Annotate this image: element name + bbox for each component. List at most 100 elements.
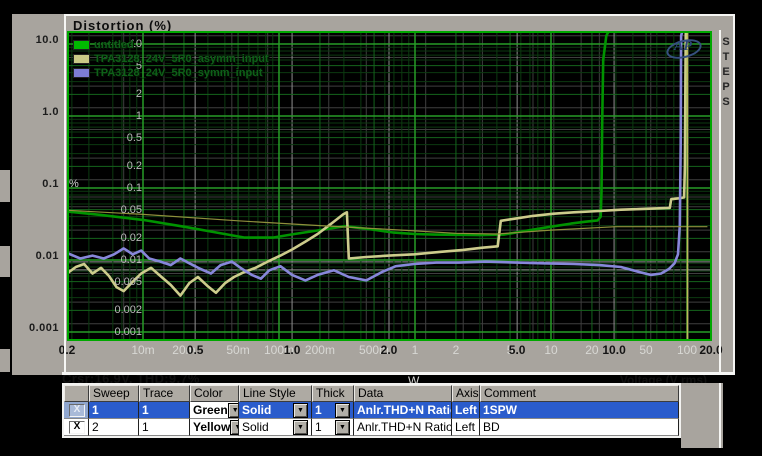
column-header-axis[interactable]: Axis: [452, 385, 480, 402]
thickness-dropdown[interactable]: 1▼: [312, 419, 354, 436]
y-axis-outer-gutter: 10.0 1.0 0.1 0.01 0.001: [12, 14, 66, 375]
background-window-fragment: [0, 349, 10, 372]
panel-border-top: [66, 14, 735, 16]
right-axis-title: STEPS: [714, 36, 732, 111]
trace-cell[interactable]: 1: [139, 402, 190, 419]
thickness-dropdown-value: 1: [315, 403, 322, 418]
data-cell[interactable]: Anlr.THD+N Ratio: [354, 419, 452, 436]
y-tick-inner: 0.1: [127, 182, 142, 194]
comment-cell[interactable]: BD: [480, 419, 679, 436]
screen: 10.01.00.10.010.001 Distortion (%) Crsr:…: [0, 0, 762, 456]
column-header-comment[interactable]: Comment: [480, 385, 679, 402]
legend: untitled TPA3128_24V_5R0_asymm_input TPA31…: [73, 38, 269, 80]
axis-cell[interactable]: Left: [452, 419, 480, 436]
trace-visible-checkbox[interactable]: X: [69, 404, 85, 417]
row-select-cell[interactable]: X: [64, 402, 89, 419]
color-dropdown[interactable]: Yellow▼: [190, 419, 239, 436]
chevron-down-icon[interactable]: ▼: [335, 403, 350, 418]
legend-item[interactable]: untitled: [73, 38, 269, 52]
column-header-thick[interactable]: Thick: [312, 385, 354, 402]
x-tick-watts: 100: [677, 343, 697, 357]
line-style-dropdown[interactable]: Solid ▼: [239, 419, 312, 436]
line-style-dropdown-value: Solid: [242, 420, 269, 435]
chevron-down-icon[interactable]: ▼: [228, 403, 239, 418]
ap-logo-text: AP: [674, 39, 692, 55]
y-tick-inner: 0.5: [127, 132, 142, 144]
sweep-table: SweepTraceColorLine StyleThickDataAxisCo…: [62, 383, 681, 438]
ap-logo: AP: [666, 38, 700, 57]
y-tick-inner: 0.2: [127, 160, 142, 172]
x-tick-watts: 1: [412, 343, 419, 357]
y-tick-outer: 0.001: [29, 322, 59, 334]
y-tick-outer: 10.0: [36, 34, 59, 46]
legend-swatch-icon: [73, 68, 90, 78]
x-tick-volts: 2.0: [381, 343, 398, 357]
column-header-color[interactable]: Color: [190, 385, 239, 402]
legend-swatch-icon: [73, 54, 90, 64]
chevron-down-icon[interactable]: ▼: [230, 420, 239, 435]
x-tick-volts: 10.0: [602, 343, 625, 357]
legend-label: TPA3128_24V_5R0_symm_input: [94, 67, 263, 79]
plot-area[interactable]: 105210.50.20.10.050.020.010.0050.0020.00…: [67, 31, 712, 341]
x-tick-watts: 10m: [131, 343, 154, 357]
row-select-cell[interactable]: X: [64, 419, 89, 436]
y-tick-inner: 0.02: [121, 232, 142, 244]
legend-label: untitled: [94, 39, 134, 51]
table-row[interactable]: X21Yellow▼Solid▼1▼Anlr.THD+N RatioLeftBD: [64, 419, 679, 436]
x-tick-watts: 20: [585, 343, 598, 357]
panel-border-right: [733, 14, 735, 375]
sweep-cell[interactable]: 1: [89, 402, 139, 419]
x-tick-watts: 50: [639, 343, 652, 357]
chevron-down-icon[interactable]: ▼: [335, 420, 350, 435]
background-window-fragment: [0, 170, 10, 202]
background-window-border: [719, 30, 721, 372]
data-cell[interactable]: Anlr.THD+N Ratio: [354, 402, 452, 419]
table-header-row: SweepTraceColorLine StyleThickDataAxisCo…: [64, 385, 679, 402]
chevron-down-icon[interactable]: ▼: [293, 403, 308, 418]
column-header-trace[interactable]: Trace: [139, 385, 190, 402]
line-style-dropdown-value: Solid: [242, 403, 271, 418]
background-window-fragment: [0, 246, 10, 277]
legend-item[interactable]: TPA3128_24V_5R0_asymm_input: [73, 52, 269, 66]
y-tick-outer: 0.1: [42, 178, 59, 190]
trace-cell[interactable]: 1: [139, 419, 190, 436]
x-tick-watts: 50m: [226, 343, 249, 357]
thickness-dropdown-value: 1: [315, 420, 322, 435]
color-dropdown-value: Yellow: [193, 420, 230, 435]
y-tick-inner: 0.01: [121, 254, 142, 266]
chevron-down-icon[interactable]: ▼: [293, 420, 308, 435]
y-tick-inner: 2: [136, 88, 142, 100]
panel-border-bottom: [62, 372, 735, 375]
panel-border-left: [64, 14, 66, 375]
trace-visible-checkbox[interactable]: X: [69, 421, 85, 434]
column-header-data[interactable]: Data: [354, 385, 452, 402]
legend-swatch-icon: [73, 40, 90, 50]
color-dropdown[interactable]: Green▼: [190, 402, 239, 419]
x-tick-volts: 1.0: [284, 343, 301, 357]
y-tick-inner: 0.002: [114, 304, 142, 316]
y-tick-inner: 0.05: [121, 204, 142, 216]
legend-item[interactable]: TPA3128_24V_5R0_symm_input: [73, 66, 269, 80]
x-tick-watts: 200m: [305, 343, 335, 357]
y-tick-outer: 1.0: [42, 106, 59, 118]
y-tick-inner: 1: [136, 110, 142, 122]
thickness-dropdown[interactable]: 1▼: [312, 402, 354, 419]
y-axis-unit-label: %: [69, 178, 79, 190]
line-style-dropdown[interactable]: Solid ▼: [239, 402, 312, 419]
y-tick-outer: 0.01: [36, 250, 59, 262]
axis-cell[interactable]: Left: [452, 402, 480, 419]
table-row[interactable]: X11Green▼Solid▼1▼Anlr.THD+N RatioLeft1SP…: [64, 402, 679, 419]
sweep-cell[interactable]: 2: [89, 419, 139, 436]
x-tick-volts: 0.2: [59, 343, 76, 357]
x-tick-watts: 2: [453, 343, 460, 357]
y-tick-inner: 0.001: [114, 326, 142, 338]
legend-label: TPA3128_24V_5R0_asymm_input: [94, 53, 269, 65]
x-tick-watts: 10: [544, 343, 557, 357]
background-window-border: [719, 383, 721, 448]
column-header-sweep[interactable]: Sweep: [89, 385, 139, 402]
comment-cell[interactable]: 1SPW: [480, 402, 679, 419]
y-tick-inner: 0.005: [114, 276, 142, 288]
x-tick-volts: 5.0: [509, 343, 526, 357]
column-header-line-style[interactable]: Line Style: [239, 385, 312, 402]
column-header-select[interactable]: [64, 385, 89, 402]
